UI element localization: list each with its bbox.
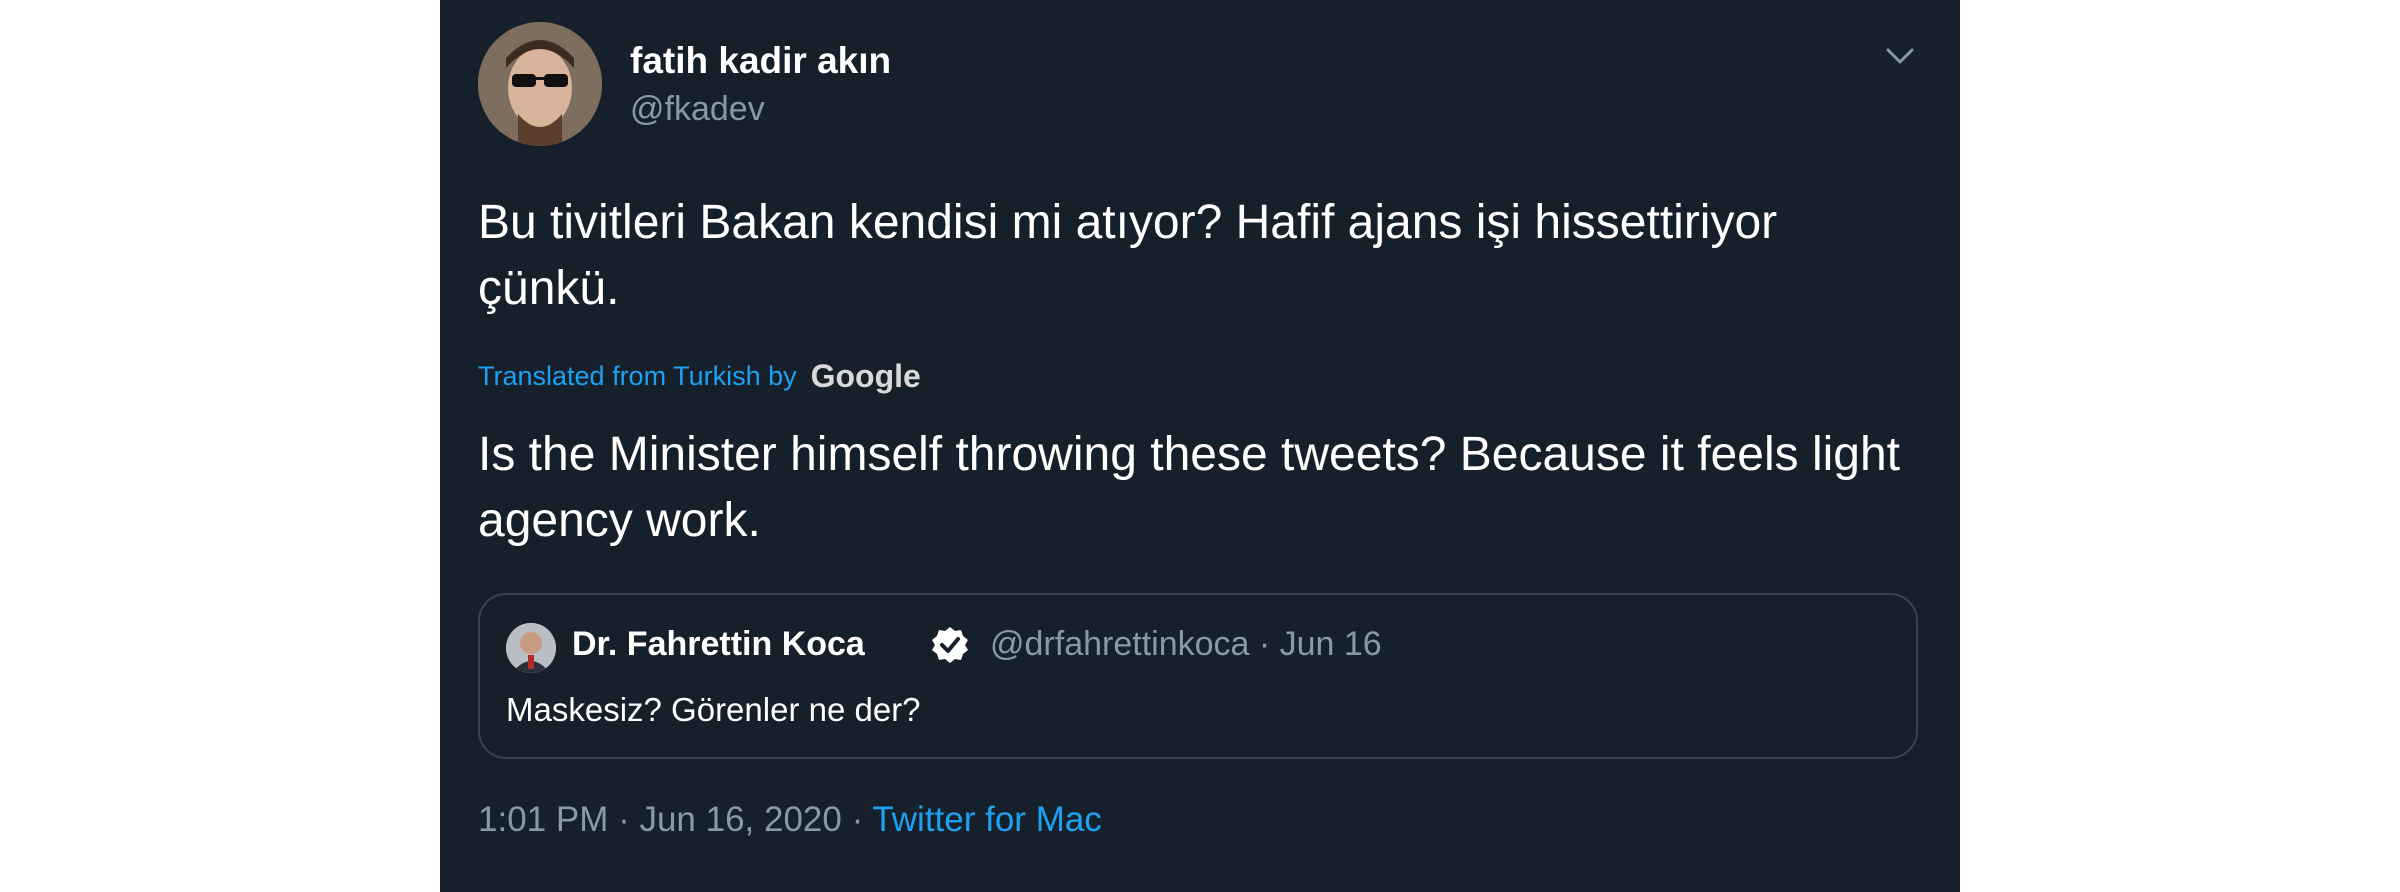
quoted-author-name: Dr. Fahrettin Koca [572, 625, 865, 663]
author-avatar[interactable] [478, 22, 602, 146]
verified-badge-icon [930, 625, 970, 665]
author-name[interactable]: fatih kadir akın [630, 40, 891, 82]
translated-text: Is the Minister himself throwing these t… [478, 428, 1900, 547]
quoted-tweet[interactable]: Dr. Fahrettin Koca @drfahrettinkoca · Ju… [478, 593, 1918, 759]
avatar-image [478, 22, 602, 146]
translation-label: Translated from Turkish by [478, 361, 797, 391]
tweet-source-link[interactable]: Twitter for Mac [872, 800, 1101, 839]
translation-attribution[interactable]: Translated from Turkish by Google [478, 358, 921, 395]
quoted-tweet-text: Maskesiz? Görenler ne der? [506, 691, 921, 728]
quoted-avatar-image [506, 623, 556, 673]
google-logo: Google [810, 358, 921, 394]
tweet-card: fatih kadir akın @fkadev Bu tivitleri Ba… [440, 0, 1960, 892]
chevron-down-icon[interactable] [1880, 36, 1920, 76]
tweet-footer: 1:01 PM · Jun 16, 2020 · Twitter for Mac [478, 800, 1102, 840]
tweet-text: Bu tivitleri Bakan kendisi mi atıyor? Ha… [478, 196, 1778, 315]
author-handle[interactable]: @fkadev [630, 90, 765, 129]
quoted-author-meta: @drfahrettinkoca · Jun 16 [990, 625, 1382, 663]
quoted-author-avatar [506, 623, 556, 673]
tweet-timestamp[interactable]: 1:01 PM · Jun 16, 2020 · [478, 800, 872, 839]
